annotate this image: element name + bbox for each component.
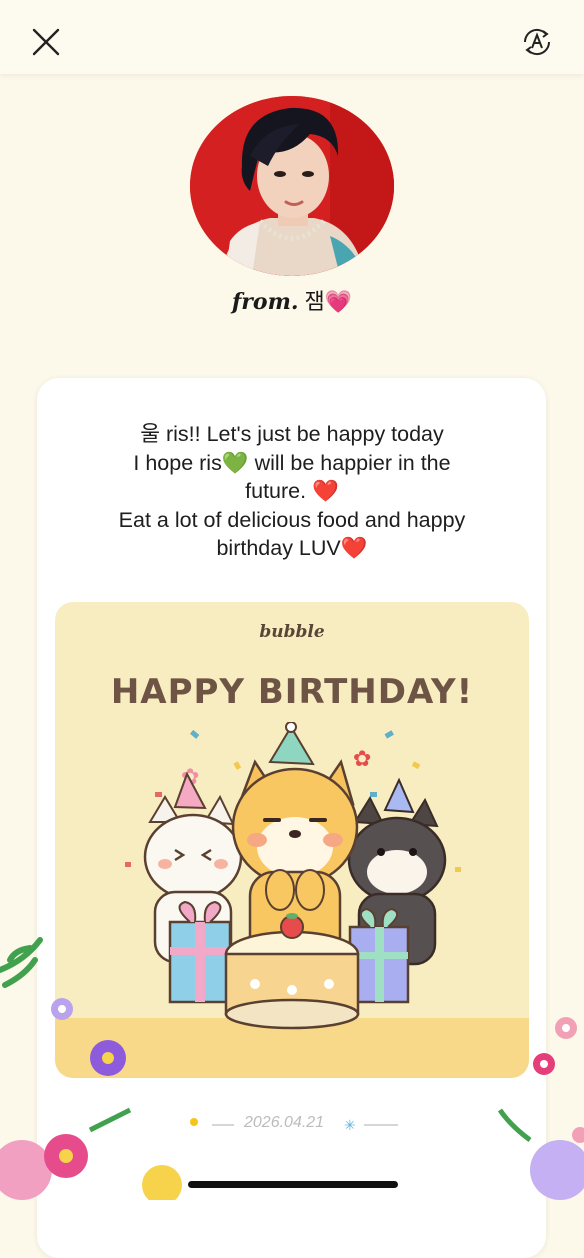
message-text: 울 ris!! Let's just be happy today I hope… [50,420,534,563]
from-label: from. [231,289,299,315]
message-line: birthday LUV❤️ [216,536,368,560]
svg-text:✿: ✿ [353,747,371,772]
top-bar [0,0,584,74]
close-icon [32,28,60,56]
close-button[interactable] [30,26,62,58]
message-line: I hope ris💚 will be happier in the [133,450,451,475]
sender-line: from. 잼💗 [0,284,584,316]
message-line: future. ❤️ [245,479,339,503]
birthday-title: HAPPY BIRTHDAY! [110,672,474,712]
letter-date: 2026.04.21 [244,1114,325,1131]
translate-icon [523,28,551,56]
sender-avatar [190,96,394,276]
birthday-card-image: bubble HAPPY BIRTHDAY! ✿ ✿ [55,602,529,1078]
svg-text:✳: ✳ [344,1118,356,1134]
message-line: 울 ris!! Let's just be happy today [140,422,444,446]
sender-name: 잼💗 [304,290,353,315]
bubble-logo: bubble [259,622,325,642]
translate-button[interactable] [520,25,554,59]
home-indicator [188,1181,398,1188]
message-line: Eat a lot of delicious food and happy [118,507,466,532]
birthday-illustration: ✿ ✿ [125,722,461,1030]
